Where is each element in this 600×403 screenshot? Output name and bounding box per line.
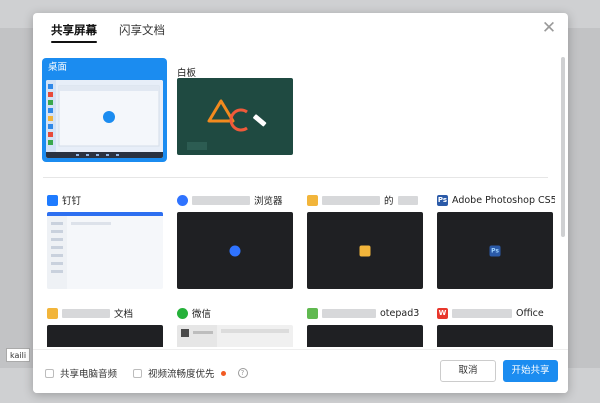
checkbox-box[interactable] [133,368,142,378]
window-label: 浏览器 [177,192,295,208]
cancel-button[interactable]: 取消 [440,360,496,382]
notepad-icon [307,307,318,319]
dialog-footer: 共享电脑音频 视频流畅度优先 ? 取消 开始共享 [33,349,568,393]
whiteboard-thumbnail [177,78,293,155]
window-thumbnail [177,212,293,289]
window-title: 钉钉 [62,196,82,207]
redacted-text [452,308,512,318]
dingtalk-preview [47,212,163,289]
window-title: 文档 [114,309,134,320]
folder-icon [307,194,318,206]
section-divider [43,177,548,178]
source-list: 桌面 白板 钉钉 浏览器 的 Ps Adobe Photoshop CS5 Ps… [33,47,568,347]
photoshop-icon: Ps [489,245,501,256]
start-sharing-button[interactable]: 开始共享 [503,360,558,382]
user-name-tag: kaili [6,348,31,362]
window-title: Adobe Photoshop CS5 [452,194,555,206]
desktop-preview-image [46,80,163,158]
checkbox-box[interactable] [45,368,54,378]
wps-office-icon: W [437,307,448,319]
window-thumbnail [307,212,423,289]
source-desktop[interactable]: 桌面 [42,58,167,162]
window-title: Office [516,307,544,319]
window-thumbnail [47,212,163,289]
scrollbar[interactable] [561,57,565,237]
wechat-preview [177,325,289,347]
window-thumbnail: Ps [437,212,553,289]
redacted-text [322,195,380,205]
source-desktop-label: 桌面 [48,62,68,73]
redacted-text [192,195,250,205]
desktop-thumbnail [46,80,163,158]
redacted-text [322,308,376,318]
folder-icon [359,245,371,256]
tab-share-screen[interactable]: 共享屏幕 [51,21,97,47]
close-icon[interactable]: ✕ [540,19,558,37]
share-audio-label: 共享电脑音频 [60,369,118,380]
browser-icon [229,245,241,256]
dingtalk-icon [47,194,58,206]
help-icon[interactable]: ? [237,368,248,378]
window-label: 钉钉 [47,192,165,208]
whiteboard-icon [187,99,267,150]
window-thumbnail [47,325,163,347]
browser-icon [177,194,188,206]
window-title: otepad3 [380,307,420,319]
window-thumbnail [307,325,423,347]
window-label: 文档 [47,305,165,321]
window-label: 的 [307,192,425,208]
photoshop-icon: Ps [437,194,448,206]
tab-flash-doc[interactable]: 闪享文档 [119,21,165,47]
window-label: 微信 [177,305,295,321]
share-audio-checkbox[interactable]: 共享电脑音频 [45,366,117,380]
smooth-video-label: 视频流畅度优先 [148,369,215,380]
redacted-text [397,195,418,205]
redacted-text [62,308,110,318]
window-label: otepad3 [307,305,425,321]
window-thumbnail [177,325,293,347]
tab-bar: 共享屏幕 闪享文档 [51,21,165,47]
wechat-icon [177,307,188,319]
window-title: 微信 [192,309,212,320]
smooth-video-checkbox[interactable]: 视频流畅度优先 ? [133,366,248,380]
window-title: 的 [384,196,394,207]
window-label: W Office [437,305,555,321]
folder-icon [47,307,58,319]
window-thumbnail [437,325,553,347]
share-screen-dialog: 共享屏幕 闪享文档 ✕ 桌面 白板 钉钉 浏览器 的 Ps Adobe Phot… [33,13,568,393]
window-label: Ps Adobe Photoshop CS5 [437,192,555,208]
window-title: 浏览器 [254,196,283,207]
new-feature-dot [220,370,226,376]
